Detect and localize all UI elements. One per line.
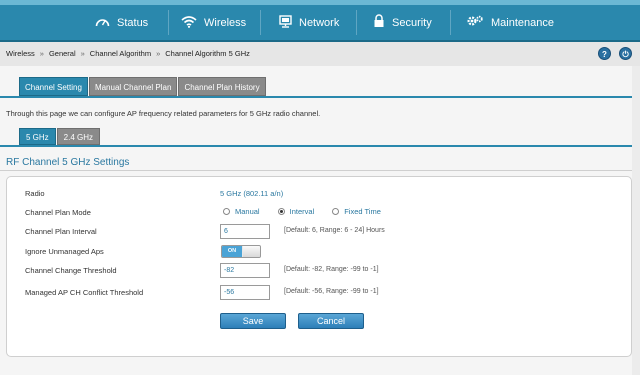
nav-divider	[356, 10, 357, 35]
breadcrumb-item[interactable]: Wireless	[6, 49, 35, 58]
channel-plan-interval-input[interactable]	[220, 224, 270, 239]
channel-change-threshold-label: Channel Change Threshold	[25, 266, 117, 275]
tab-2-4ghz[interactable]: 2.4 GHz	[56, 128, 101, 145]
gauge-icon	[95, 15, 110, 30]
nav-item-label: Status	[117, 16, 149, 29]
radio-button[interactable]	[332, 208, 340, 215]
channel-change-threshold-row: Channel Change Threshold [Default: -82, …	[7, 263, 633, 279]
channel-plan-interval-row: Channel Plan Interval [Default: 6, Range…	[7, 224, 633, 240]
cancel-button[interactable]: Cancel	[298, 313, 364, 329]
band-tab-bar: 5 GHz 2.4 GHz	[19, 128, 101, 145]
radio-interval[interactable]: Interval	[277, 207, 315, 216]
toggle-state: ON	[222, 246, 242, 257]
nav-divider	[168, 10, 169, 35]
section-divider	[0, 170, 640, 171]
channel-plan-mode-radios: Manual Interval Fixed Time	[223, 207, 399, 216]
nav-bar: Status Wireless Network Security Mainten…	[0, 5, 640, 40]
nav-item-network[interactable]: Network	[279, 5, 339, 40]
help-icon[interactable]: ?	[598, 47, 611, 60]
ignore-unmanaged-toggle[interactable]: ON	[221, 245, 261, 258]
nav-item-label: Network	[299, 16, 340, 29]
nav-item-security[interactable]: Security	[373, 5, 432, 40]
tab-channel-setting[interactable]: Channel Setting	[19, 77, 88, 96]
band-tab-underline	[0, 145, 640, 147]
breadcrumb-item[interactable]: Channel Algorithm	[90, 49, 151, 58]
breadcrumb: Wireless » General » Channel Algorithm » Chann…	[6, 49, 250, 58]
radio-manual[interactable]: Manual	[223, 207, 260, 216]
section-title: RF Channel 5 GHz Settings	[6, 157, 130, 168]
nav-divider	[450, 10, 451, 35]
wifi-icon	[181, 15, 197, 31]
nav-item-label: Security	[392, 16, 432, 29]
nav-item-label: Maintenance	[491, 16, 554, 29]
radio-label: Radio	[25, 189, 45, 198]
tab-5ghz[interactable]: 5 GHz	[19, 128, 56, 145]
channel-change-threshold-input[interactable]	[220, 263, 270, 278]
radio-option-label: Manual	[235, 207, 260, 216]
nav-item-label: Wireless	[204, 16, 247, 29]
breadcrumb-item[interactable]: General	[49, 49, 76, 58]
lock-icon	[373, 14, 385, 31]
breadcrumb-separator: »	[39, 49, 44, 58]
breadcrumb-separator: »	[156, 49, 161, 58]
channel-plan-mode-row: Channel Plan Mode Manual Interval Fixed …	[7, 205, 633, 221]
conflict-threshold-input[interactable]	[220, 285, 270, 300]
network-icon	[279, 14, 292, 31]
save-button[interactable]: Save	[220, 313, 286, 329]
scrollbar[interactable]	[632, 66, 640, 375]
channel-plan-mode-label: Channel Plan Mode	[25, 208, 91, 217]
radio-option-label: Fixed Time	[344, 207, 381, 216]
radio-button-selected[interactable]	[277, 208, 285, 215]
channel-plan-interval-hint: [Default: 6, Range: 6 - 24] Hours	[284, 227, 385, 234]
toggle-knob	[243, 246, 260, 257]
channel-change-threshold-hint: [Default: -82, Range: -99 to -1]	[284, 266, 379, 273]
gear-icon	[466, 14, 484, 31]
ignore-unmanaged-label: Ignore Unmanaged Aps	[25, 247, 104, 256]
conflict-threshold-row: Managed AP CH Conflict Threshold [Defaul…	[7, 285, 633, 301]
radio-option-label: Interval	[289, 207, 315, 216]
logout-icon[interactable]: ⏻	[619, 47, 632, 60]
ignore-unmanaged-row: Ignore Unmanaged Aps ON	[7, 244, 633, 260]
nav-item-status[interactable]: Status	[95, 5, 148, 40]
nav-item-maintenance[interactable]: Maintenance	[466, 5, 554, 40]
nav-item-wireless[interactable]: Wireless	[181, 5, 246, 40]
tab-underline	[0, 96, 640, 98]
radio-fixed-time[interactable]: Fixed Time	[332, 207, 381, 216]
breadcrumb-separator: »	[80, 49, 85, 58]
radio-row: Radio 5 GHz (802.11 a/n)	[7, 186, 633, 202]
tab-bar: Channel Setting Manual Channel Plan Chan…	[19, 77, 267, 96]
conflict-threshold-hint: [Default: -56, Range: -99 to -1]	[284, 288, 379, 295]
top-navigation: Status Wireless Network Security Mainten…	[0, 0, 640, 42]
breadcrumb-current: Channel Algorithm 5 GHz	[165, 49, 250, 58]
channel-plan-interval-label: Channel Plan Interval	[25, 227, 97, 236]
settings-panel: Radio 5 GHz (802.11 a/n) Channel Plan Mo…	[6, 176, 632, 357]
nav-divider	[260, 10, 261, 35]
intro-text: Through this page we can configure AP fr…	[6, 109, 321, 118]
radio-value: 5 GHz (802.11 a/n)	[220, 189, 284, 198]
conflict-threshold-label: Managed AP CH Conflict Threshold	[25, 288, 144, 297]
tab-channel-plan-history[interactable]: Channel Plan History	[178, 77, 266, 96]
radio-button[interactable]	[223, 208, 230, 215]
tab-manual-channel-plan[interactable]: Manual Channel Plan	[88, 77, 178, 96]
